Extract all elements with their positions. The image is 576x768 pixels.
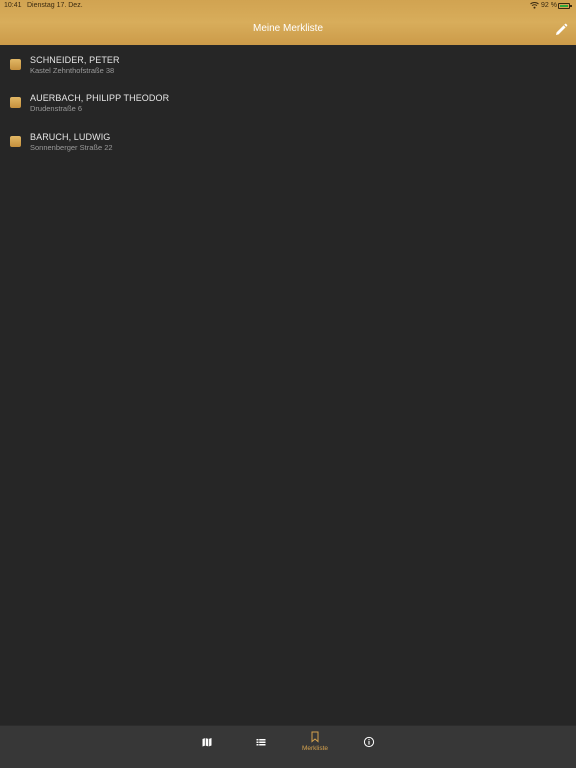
- checkbox[interactable]: [10, 59, 21, 70]
- item-name: AUERBACH, PHILIPP THEODOR: [30, 93, 170, 103]
- item-address: Kastel Zehnthofstraße 38: [30, 66, 115, 75]
- tab-merkliste[interactable]: Merkliste: [291, 726, 339, 768]
- tab-list[interactable]: [237, 726, 285, 768]
- battery-percent: 92 %: [541, 2, 557, 9]
- navigation-bar: 10:41 Dienstag 17. Dez. 92 % Meine Merkl…: [0, 0, 576, 45]
- list-item[interactable]: AUERBACH, PHILIPP THEODOR Drudenstraße 6: [0, 83, 576, 121]
- status-date: Dienstag 17. Dez.: [27, 2, 83, 9]
- list-item[interactable]: BARUCH, LUDWIG Sonnenberger Straße 22: [0, 122, 576, 160]
- page-title: Meine Merkliste: [252, 23, 324, 34]
- item-name: SCHNEIDER, PETER: [30, 55, 120, 65]
- wifi-icon: [530, 1, 539, 9]
- tab-bar: Merkliste: [0, 725, 576, 768]
- checkbox[interactable]: [10, 136, 21, 147]
- tab-map[interactable]: [183, 726, 231, 768]
- item-address: Drudenstraße 6: [30, 104, 83, 113]
- status-time: 10:41: [4, 2, 22, 9]
- item-name: BARUCH, LUDWIG: [30, 132, 111, 142]
- status-bar: 10:41 Dienstag 17. Dez. 92 %: [0, 0, 576, 12]
- list-icon: [256, 739, 266, 746]
- bookmark-icon: [311, 731, 319, 743]
- pencil-icon: [556, 23, 568, 35]
- edit-button[interactable]: [553, 22, 569, 38]
- list-item[interactable]: SCHNEIDER, PETER Kastel Zehnthofstraße 3…: [0, 45, 576, 83]
- checkbox[interactable]: [10, 97, 21, 108]
- tab-info[interactable]: [345, 726, 393, 768]
- item-address: Sonnenberger Straße 22: [30, 143, 113, 152]
- tab-label: Merkliste: [301, 745, 328, 752]
- info-icon: [363, 736, 375, 748]
- battery-icon: [558, 3, 572, 9]
- map-icon: [202, 738, 212, 747]
